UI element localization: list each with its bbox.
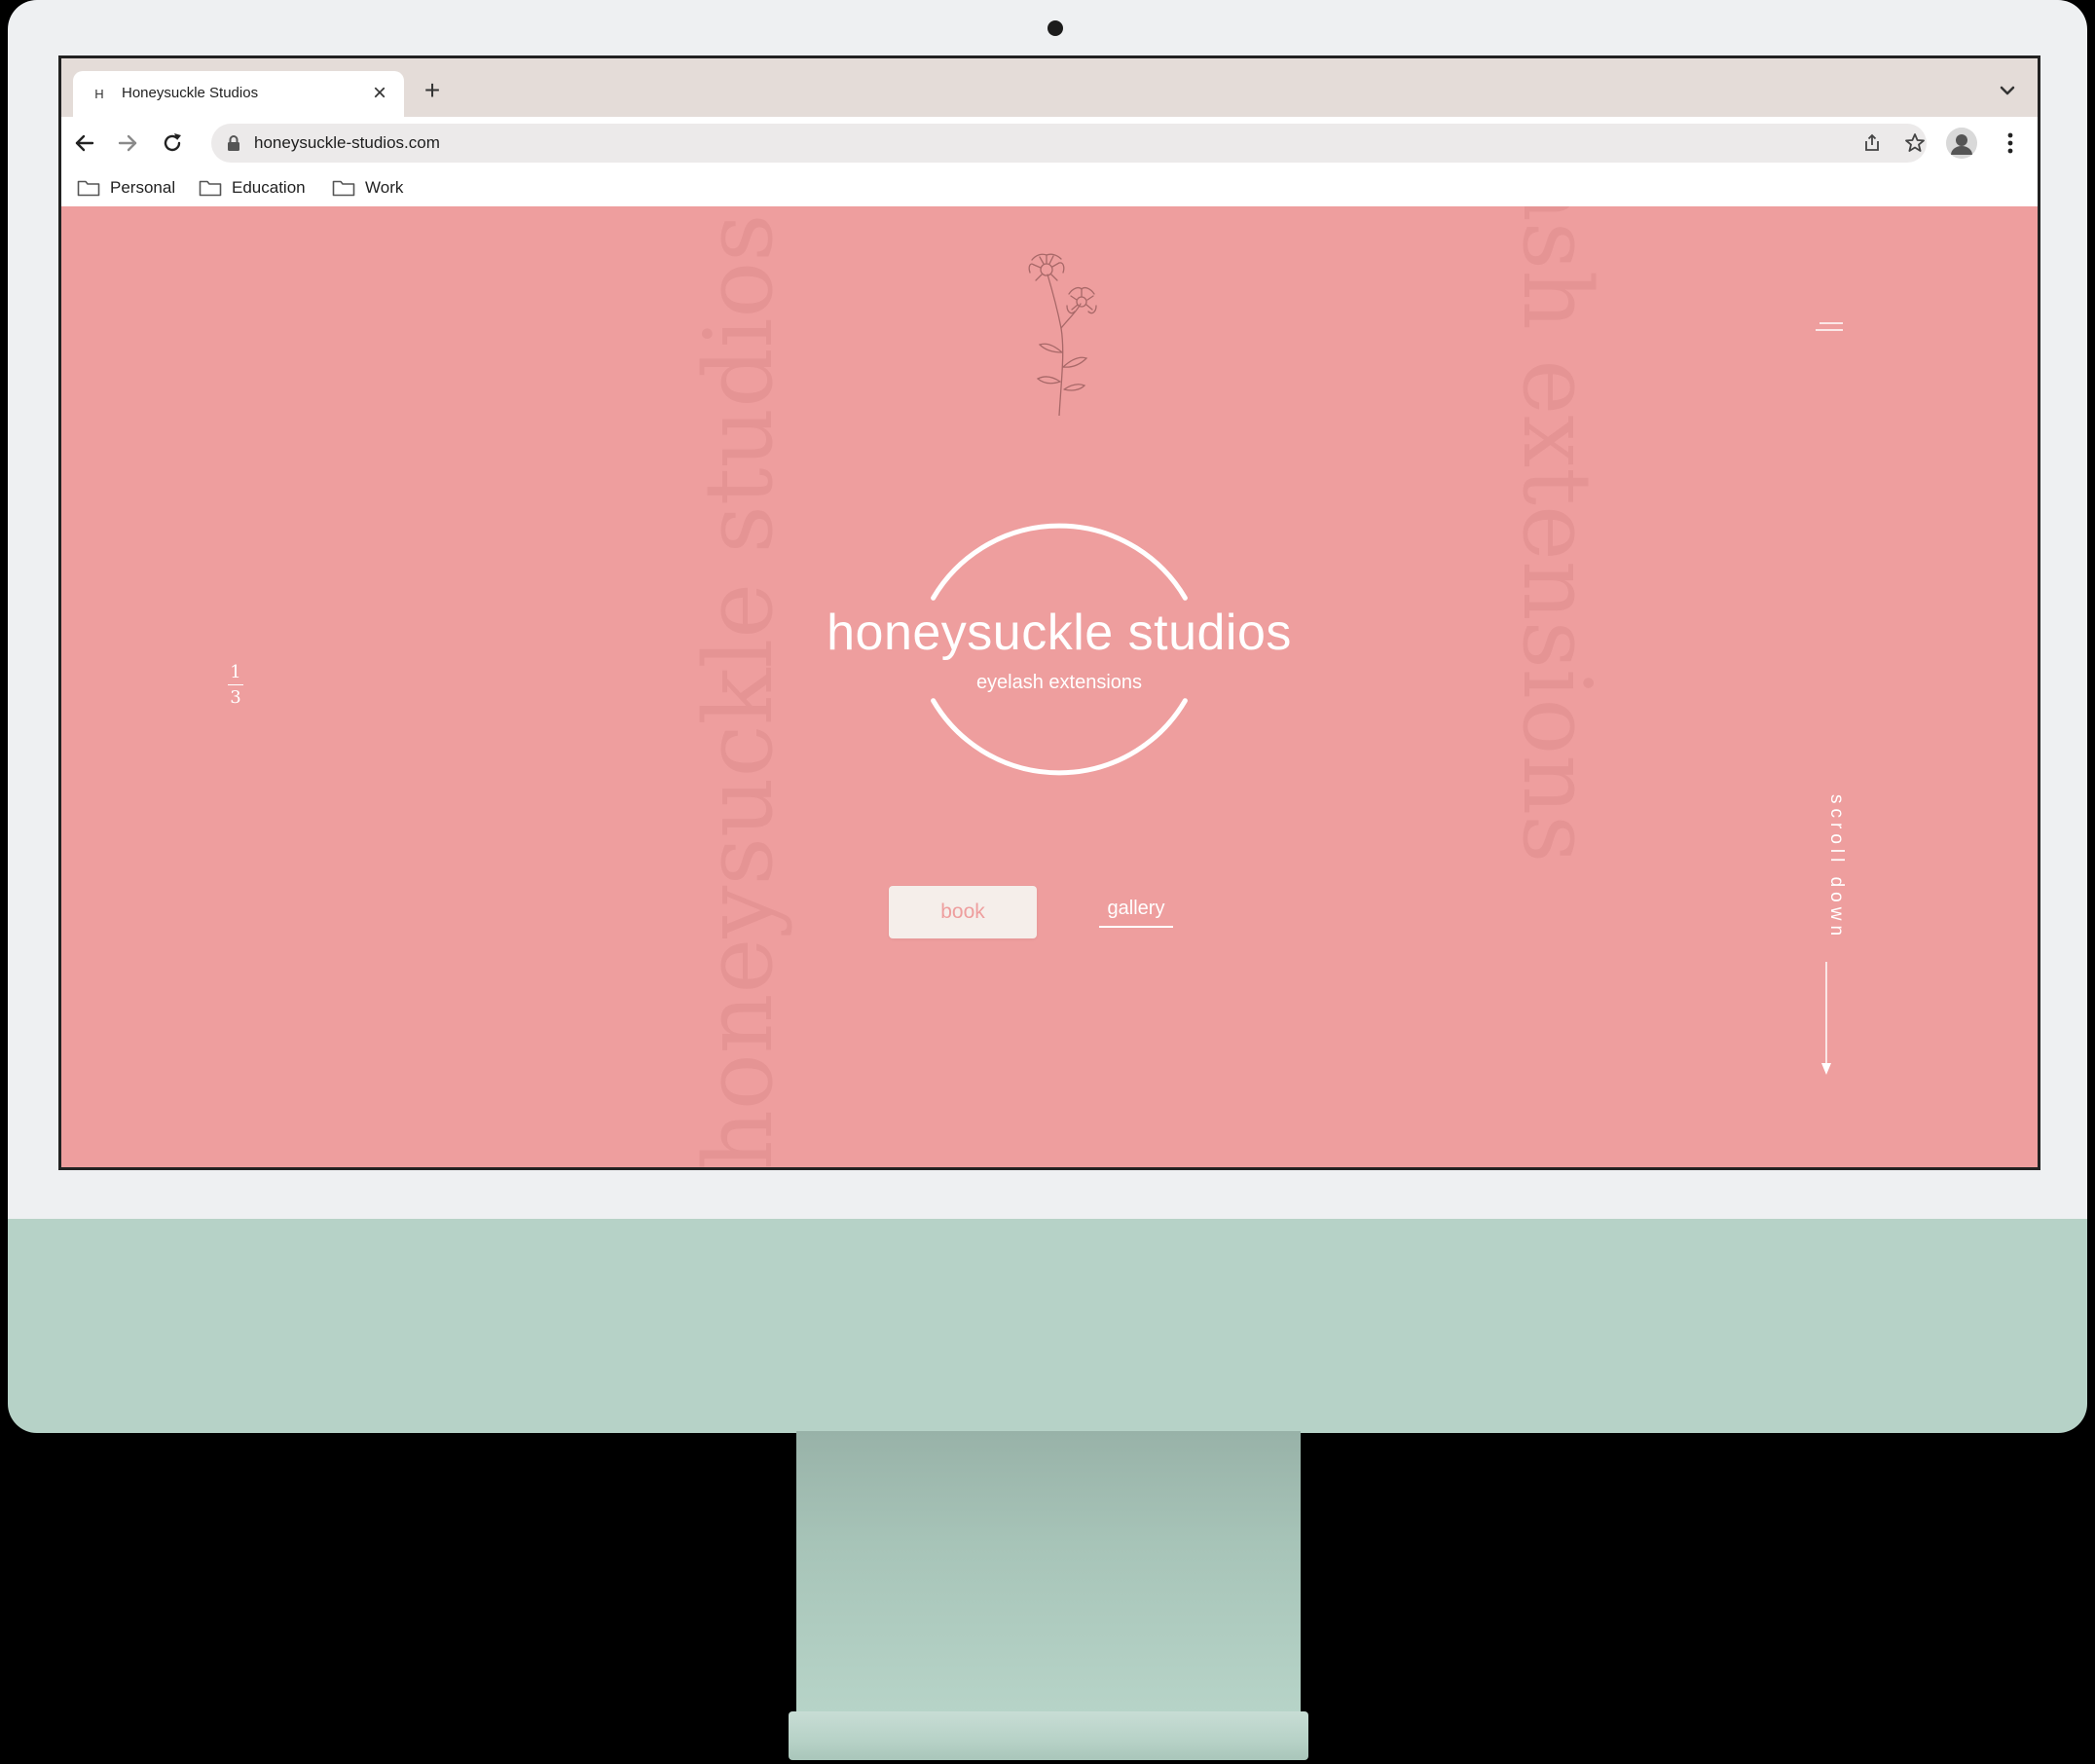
forward-arrow-icon[interactable] <box>112 128 143 159</box>
slide-counter: 1 3 <box>223 662 248 708</box>
favicon-icon: H <box>94 87 104 101</box>
address-bar[interactable]: honeysuckle-studios.com <box>211 124 1927 163</box>
scroll-down-label[interactable]: scroll down <box>1825 794 1847 940</box>
flower-illustration-icon <box>1028 253 1097 416</box>
website-hero: honeysuckle studios eyelash extensions 1… <box>61 206 2038 1167</box>
slide-counter-divider <box>228 684 243 685</box>
more-options-icon[interactable] <box>1999 128 2022 159</box>
bookmarks-bar: Personal Education Work <box>61 169 2038 206</box>
url-text: honeysuckle-studios.com <box>254 133 440 152</box>
lock-icon <box>228 135 239 151</box>
screen: H Honeysuckle Studios × + honeysuckle-st… <box>58 55 2040 1170</box>
chevron-down-icon[interactable] <box>1993 76 2022 105</box>
monitor-stand-foot <box>789 1711 1308 1760</box>
browser-tab[interactable]: H Honeysuckle Studios × <box>73 71 404 117</box>
bookmark-education[interactable]: Education <box>199 173 306 202</box>
monitor-chin <box>8 1219 2087 1433</box>
folder-icon <box>332 180 355 197</box>
bookmark-work[interactable]: Work <box>332 173 403 202</box>
slide-total: 3 <box>230 687 241 708</box>
bookmark-label: Education <box>232 178 306 197</box>
star-icon[interactable] <box>1903 131 1927 155</box>
camera-icon <box>1048 20 1063 36</box>
browser-toolbar: honeysuckle-studios.com <box>61 117 2038 169</box>
back-arrow-icon[interactable] <box>69 128 100 159</box>
arrow-down-icon[interactable] <box>1819 962 1833 1077</box>
share-icon[interactable] <box>1860 131 1884 155</box>
reload-icon[interactable] <box>157 128 188 159</box>
bookmark-personal[interactable]: Personal <box>77 173 175 202</box>
folder-icon <box>77 180 100 197</box>
brand-title: honeysuckle studios <box>827 605 1292 661</box>
gallery-link[interactable]: gallery <box>1099 898 1173 928</box>
book-button[interactable]: book <box>889 886 1037 938</box>
menu-icon[interactable] <box>1812 319 1847 335</box>
monitor-stand <box>796 1431 1301 1715</box>
bookmark-label: Work <box>365 178 404 197</box>
tab-title: Honeysuckle Studios <box>122 85 259 101</box>
background-ghost-text: eyelash extensions <box>1502 206 1611 864</box>
profile-avatar-icon[interactable] <box>1946 128 1977 159</box>
bookmark-label: Personal <box>110 178 176 197</box>
brand-subtitle: eyelash extensions <box>975 672 1143 693</box>
slide-current: 1 <box>230 662 241 682</box>
close-icon[interactable]: × <box>365 79 394 108</box>
tab-strip: H Honeysuckle Studios × + <box>61 58 2038 117</box>
background-ghost-text: honeysuckle studios <box>684 213 793 1167</box>
folder-icon <box>199 180 222 197</box>
plus-icon[interactable]: + <box>416 74 449 107</box>
